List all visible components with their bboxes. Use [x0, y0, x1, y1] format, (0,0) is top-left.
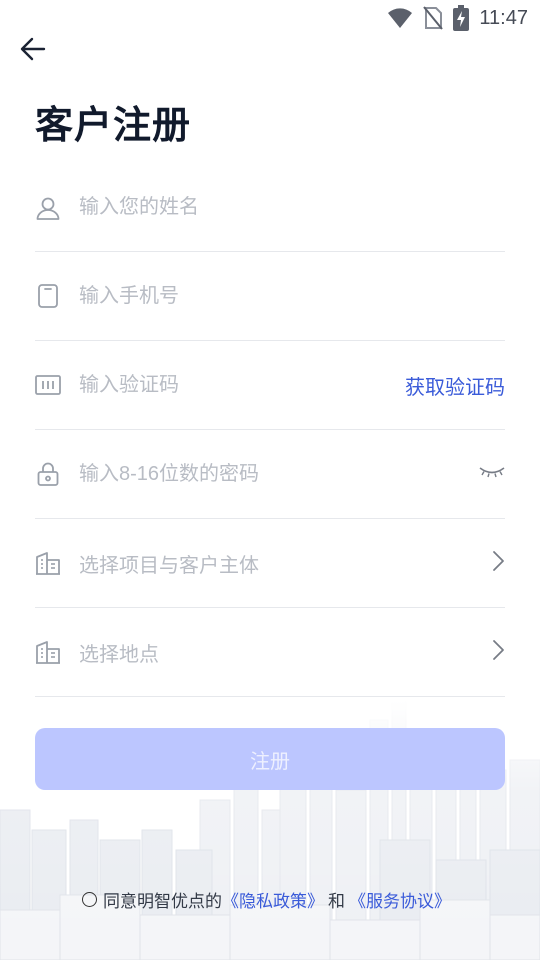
phone-field-row: [35, 252, 505, 341]
agreement-and: 和: [328, 892, 345, 911]
building-icon: [35, 639, 61, 665]
register-button[interactable]: 注册: [35, 728, 505, 790]
lock-icon: [35, 461, 61, 487]
get-code-button[interactable]: 获取验证码: [405, 371, 505, 400]
phone-input[interactable]: [79, 284, 505, 308]
project-select-row[interactable]: 选择项目与客户主体: [35, 519, 505, 608]
register-form: 获取验证码 选择项目与客户主体 选择地点: [35, 164, 505, 697]
no-sim-icon: [423, 6, 444, 30]
page-title: 客户注册: [35, 105, 192, 147]
battery-charging-icon: [453, 5, 470, 31]
code-input[interactable]: [79, 373, 405, 397]
agree-radio[interactable]: [82, 892, 97, 907]
building-icon: [35, 550, 61, 576]
privacy-policy-link[interactable]: 《隐私政策》: [222, 887, 324, 912]
service-agreement-link[interactable]: 《服务协议》: [349, 887, 451, 912]
name-input[interactable]: [79, 196, 505, 219]
user-icon: [35, 195, 61, 221]
agreement-text: 同意明智优点的: [103, 892, 222, 911]
clock: 11:47: [479, 6, 528, 29]
wifi-icon: [388, 8, 413, 28]
back-button[interactable]: [18, 34, 48, 64]
password-field-row: [35, 430, 505, 519]
agreement: 同意明智优点的 《隐私政策》 和 《服务协议》: [82, 887, 451, 912]
chevron-right-icon: [491, 639, 505, 665]
password-input[interactable]: [79, 462, 479, 486]
chevron-right-icon: [491, 550, 505, 576]
project-select-placeholder: 选择项目与客户主体: [79, 554, 259, 577]
code-icon: [35, 372, 61, 398]
eye-closed-icon[interactable]: [479, 464, 505, 484]
location-select-placeholder: 选择地点: [79, 643, 159, 666]
code-field-row: 获取验证码: [35, 341, 505, 430]
phone-icon: [35, 283, 61, 309]
status-bar: 11:47: [0, 0, 540, 36]
arrow-left-icon: [20, 37, 46, 61]
name-field-row: [35, 164, 505, 252]
location-select-row[interactable]: 选择地点: [35, 608, 505, 697]
